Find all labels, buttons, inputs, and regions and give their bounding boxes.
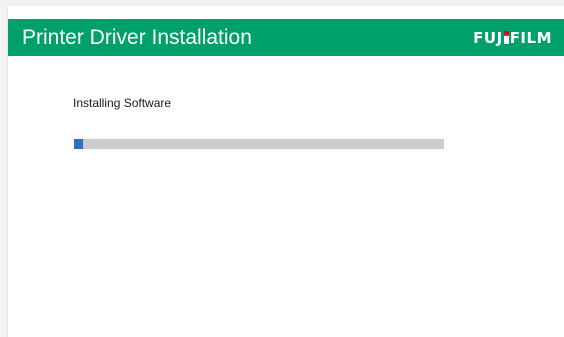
logo-i-mark-icon bbox=[503, 31, 509, 44]
logo-text-end: FILM bbox=[509, 29, 552, 47]
install-progress-bar bbox=[74, 139, 444, 149]
header-bar: Printer Driver Installation FUJ FILM bbox=[8, 19, 564, 56]
install-status-label: Installing Software bbox=[73, 96, 172, 110]
window-title: Printer Driver Installation bbox=[22, 26, 252, 49]
installer-window: Printer Driver Installation FUJ FILM Inst… bbox=[7, 5, 564, 337]
fujifilm-logo: FUJ FILM bbox=[473, 29, 552, 47]
install-progress-fill bbox=[74, 139, 84, 149]
logo-text-start: FUJ bbox=[473, 29, 503, 47]
